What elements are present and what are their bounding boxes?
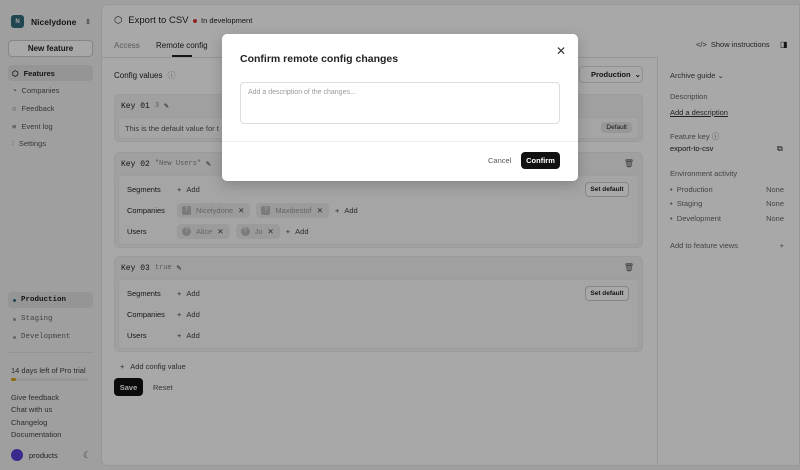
- description-input[interactable]: [240, 82, 560, 124]
- confirm-dialog: Confirm remote config changes ✕ Cancel C…: [222, 34, 578, 181]
- cancel-button[interactable]: Cancel: [488, 156, 511, 165]
- confirm-button[interactable]: Confirm: [521, 152, 560, 169]
- close-icon[interactable]: ✕: [556, 44, 566, 58]
- divider: [222, 141, 578, 142]
- dialog-title: Confirm remote config changes: [240, 53, 399, 65]
